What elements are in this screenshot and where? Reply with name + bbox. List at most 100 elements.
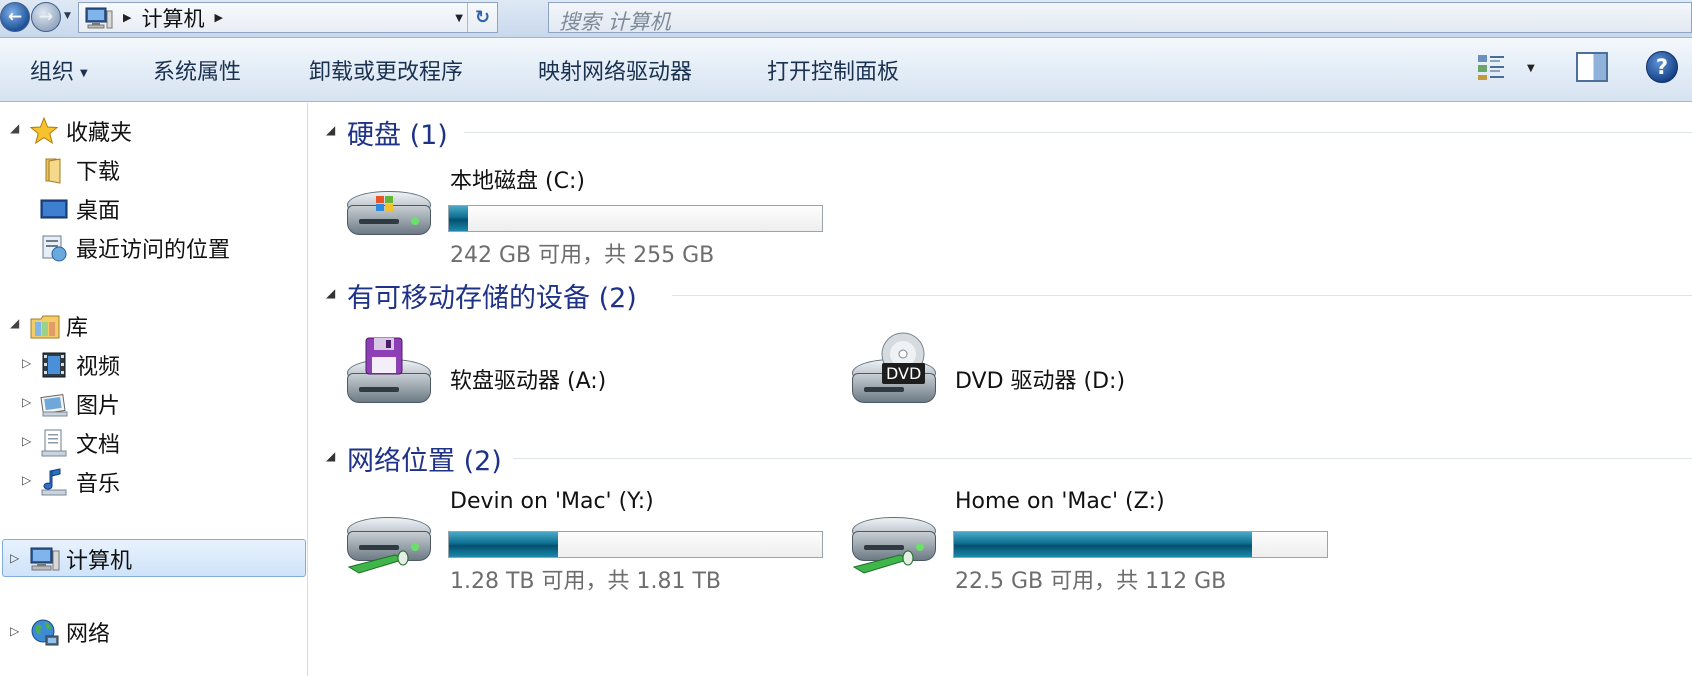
breadcrumb-separator-icon[interactable]: ▶ [123, 11, 131, 24]
document-library-icon [40, 429, 68, 457]
nav-favorites-label: 收藏夹 [66, 121, 133, 146]
collapsed-arrow-icon[interactable]: ▷ [10, 624, 19, 638]
collapsed-arrow-icon[interactable]: ▷ [10, 551, 19, 565]
forward-button[interactable]: → [31, 2, 61, 32]
network-drive-icon [850, 497, 940, 577]
preview-pane-button[interactable] [1576, 52, 1608, 82]
nav-desktop[interactable]: 桌面 [40, 191, 120, 227]
usage-bar-fill [449, 206, 469, 231]
view-dropdown-icon[interactable]: ▼ [1527, 63, 1535, 74]
address-bar[interactable]: ▶ 计算机 ▶ ▼ ↻ [78, 2, 498, 33]
group-removable-title: 有可移动存储的设备 (2) [347, 283, 637, 314]
star-icon [29, 116, 59, 145]
group-collapse-icon[interactable]: ◢ [326, 286, 335, 300]
drive-name: Devin on 'Mac' (Y:) [450, 489, 654, 514]
drive-free-space: 22.5 GB 可用，共 112 GB [955, 569, 1227, 594]
nav-music-label: 音乐 [76, 472, 121, 497]
drive-name: DVD 驱动器 (D:) [955, 369, 1126, 394]
nav-documents[interactable]: 文档 [40, 425, 120, 461]
collapsed-arrow-icon[interactable]: ▷ [22, 356, 31, 370]
map-network-drive-button[interactable]: 映射网络驱动器 [538, 54, 692, 86]
nav-favorites[interactable]: 收藏夹 [29, 113, 133, 149]
system-properties-button[interactable]: 系统属性 [153, 54, 241, 86]
nav-desktop-label: 桌面 [76, 199, 121, 224]
uninstall-programs-button[interactable]: 卸载或更改程序 [309, 54, 463, 86]
drive-d[interactable]: DVD DVD 驱动器 (D:) [850, 325, 1350, 435]
nav-downloads-label: 下载 [76, 160, 121, 185]
collapsed-arrow-icon[interactable]: ▷ [22, 434, 31, 448]
drive-free-space: 1.28 TB 可用，共 1.81 TB [450, 569, 722, 594]
refresh-icon: ↻ [474, 7, 491, 28]
library-icon [30, 312, 60, 340]
drive-a[interactable]: 软盘驱动器 (A:) [345, 325, 845, 435]
back-button[interactable]: ← [0, 2, 30, 32]
organize-button[interactable]: 组织 ▼ [30, 54, 88, 86]
nav-music[interactable]: 音乐 [40, 464, 120, 500]
nav-recent-places[interactable]: 最近访问的位置 [40, 230, 230, 266]
nav-videos-label: 视频 [76, 355, 121, 380]
nav-recent-label: 最近访问的位置 [76, 238, 231, 263]
nav-computer-label: 计算机 [66, 549, 133, 574]
chevron-down-icon: ▼ [80, 67, 88, 79]
group-divider [513, 458, 1692, 459]
nav-network-label: 网络 [66, 622, 111, 647]
group-hard-disks[interactable]: ◢ 硬盘 (1) [309, 113, 1692, 151]
organize-label: 组织 [30, 60, 75, 85]
usage-bar [953, 531, 1328, 558]
nav-computer[interactable]: 计算机 [30, 541, 132, 577]
nav-videos[interactable]: 视频 [40, 347, 120, 383]
usage-bar [448, 531, 823, 558]
collapsed-arrow-icon[interactable]: ▷ [22, 473, 31, 487]
change-view-button[interactable] [1476, 52, 1510, 82]
picture-library-icon [40, 390, 68, 418]
back-arrow-icon: ← [7, 7, 23, 27]
floppy-drive-icon [345, 337, 435, 419]
music-library-icon [40, 468, 68, 496]
drive-y[interactable]: Devin on 'Mac' (Y:) 1.28 TB 可用，共 1.81 TB [345, 483, 845, 594]
drive-name: 本地磁盘 (C:) [450, 169, 585, 194]
group-network-locations[interactable]: ◢ 网络位置 (2) [309, 439, 1692, 477]
view-options-icon [1478, 55, 1504, 80]
address-history-dropdown[interactable]: ▼ [455, 13, 463, 24]
collapsed-arrow-icon[interactable]: ▷ [22, 395, 31, 409]
nav-documents-label: 文档 [76, 433, 121, 458]
address-row: ← → ▼ ▶ 计算机 ▶ ▼ ↻ 搜索 计算机 [0, 0, 1692, 38]
video-library-icon [40, 351, 68, 379]
dvd-badge: DVD [882, 363, 926, 384]
group-divider [672, 295, 1692, 296]
nav-pictures[interactable]: 图片 [40, 386, 120, 422]
folder-icon [40, 156, 68, 184]
breadcrumb-chevron-icon[interactable]: ▶ [214, 11, 222, 24]
breadcrumb-computer[interactable]: 计算机 [141, 3, 204, 33]
drive-z[interactable]: Home on 'Mac' (Z:) 22.5 GB 可用，共 112 GB [850, 483, 1350, 594]
dvd-drive-icon: DVD [850, 332, 940, 419]
navigation-pane: ◢ 收藏夹 下载 桌面 最近访问的位置 ◢ 库 ▷ 视频 ▷ 图片 ▷ 文档 ▷… [0, 103, 308, 676]
network-drive-icon [345, 497, 435, 577]
forward-arrow-icon: → [38, 7, 54, 27]
network-globe-icon [30, 618, 59, 646]
group-collapse-icon[interactable]: ◢ [326, 449, 335, 463]
group-collapse-icon[interactable]: ◢ [326, 123, 335, 137]
expanded-arrow-icon[interactable]: ◢ [10, 121, 19, 135]
recent-pages-dropdown[interactable]: ▼ [64, 11, 71, 21]
recent-places-icon [40, 234, 68, 262]
group-network-title: 网络位置 (2) [347, 446, 502, 477]
desktop-icon [40, 195, 68, 223]
search-placeholder: 搜索 计算机 [559, 10, 671, 34]
expanded-arrow-icon[interactable]: ◢ [10, 316, 19, 330]
search-input[interactable]: 搜索 计算机 [548, 2, 1692, 34]
refresh-button[interactable]: ↻ [467, 3, 497, 32]
content-pane: ◢ 硬盘 (1) 本地磁盘 (C:) 242 GB 可用，共 255 GB ◢ … [309, 103, 1692, 676]
nav-network[interactable]: 网络 [30, 614, 110, 650]
nav-downloads[interactable]: 下载 [40, 152, 120, 188]
nav-libraries[interactable]: 库 [30, 308, 88, 344]
group-removable-storage[interactable]: ◢ 有可移动存储的设备 (2) [309, 276, 1692, 314]
computer-icon [30, 545, 60, 573]
command-bar: 组织 ▼ 系统属性 卸载或更改程序 映射网络驱动器 打开控制面板 ▼ ? [0, 38, 1692, 102]
open-control-panel-button[interactable]: 打开控制面板 [767, 54, 899, 86]
help-button[interactable]: ? [1646, 51, 1678, 83]
drive-c[interactable]: 本地磁盘 (C:) 242 GB 可用，共 255 GB [345, 157, 845, 268]
drive-name: Home on 'Mac' (Z:) [955, 489, 1165, 514]
group-hard-disks-title: 硬盘 (1) [347, 120, 448, 151]
nav-libraries-label: 库 [66, 316, 89, 341]
